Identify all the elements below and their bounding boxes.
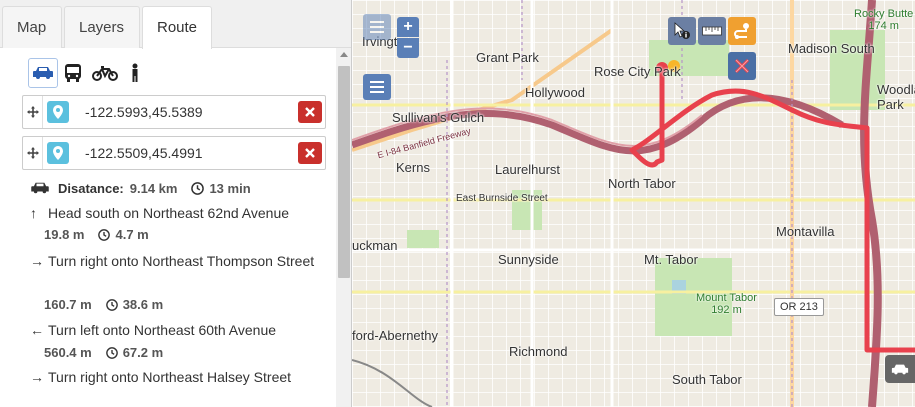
map-base-layer [352, 0, 915, 407]
step-meta: 560.4 m 67.2 m [44, 345, 163, 360]
map-label: Madison South [788, 41, 875, 56]
car-icon [891, 364, 909, 374]
menu-icon[interactable] [363, 14, 391, 40]
map-label: Sunnyside [498, 252, 559, 267]
map-view[interactable]: Irvington Grant Park Rose City Park Madi… [352, 0, 915, 407]
map-label: Laurelhurst [495, 162, 561, 177]
walk-mode-button[interactable] [120, 58, 150, 88]
arrow-right-icon: → [30, 253, 44, 269]
map-label: Mount Tabor 192 m [696, 292, 757, 316]
close-icon [734, 58, 750, 74]
map-label: Mt. Tabor [644, 252, 698, 267]
map-pin-icon[interactable] [47, 101, 69, 123]
arrow-up-icon: ↑ [30, 205, 37, 221]
step-time: 38.6 m [122, 297, 164, 312]
waypoint-end [22, 136, 326, 170]
menu-icon [370, 81, 384, 93]
clock-icon [105, 298, 118, 311]
car-mode-button[interactable] [28, 58, 58, 88]
direction-step[interactable]: → Turn right onto Northeast Thompson Stre… [30, 250, 330, 272]
car-icon [33, 67, 53, 79]
step-meta: 19.8 m 4.7 m [44, 227, 149, 242]
step-text: Turn right onto Northeast Halsey Street [48, 369, 292, 385]
map-label: Rocky Butte 174 m [854, 8, 914, 32]
route-summary: Disatance: 9.14 km 13 min [30, 178, 251, 198]
drag-handle-icon[interactable] [23, 137, 43, 169]
close-icon [305, 148, 315, 158]
clock-icon [105, 346, 118, 359]
bus-mode-button[interactable] [58, 58, 88, 88]
pointer-info-icon [674, 22, 690, 39]
direction-step[interactable]: ↑ Head south on Northeast 62nd Avenue [30, 202, 330, 224]
drag-handle-icon[interactable] [23, 96, 43, 128]
sidebar-scrollbar[interactable] [336, 48, 351, 407]
scroll-up-arrow[interactable] [340, 52, 348, 57]
highway-shield: OR 213 [774, 298, 824, 316]
arrow-right-icon: → [30, 369, 44, 385]
map-label: Rose City Park [594, 64, 681, 79]
bicycle-icon [92, 66, 118, 81]
close-icon [305, 107, 315, 117]
direction-step[interactable]: ← Turn left onto Northeast 60th Avenue [30, 319, 330, 341]
step-distance: 19.8 m [44, 227, 85, 242]
tab-map[interactable]: Map [2, 6, 62, 48]
measure-tool-button[interactable] [698, 17, 726, 45]
step-text: Turn right onto Northeast Thompson Stree… [48, 253, 315, 269]
map-label: Kerns [396, 160, 430, 175]
bus-icon [65, 64, 81, 82]
map-label: Grant Park [476, 50, 539, 65]
route-tool-button[interactable] [728, 17, 756, 45]
map-label: ford-Abernethy [352, 328, 438, 343]
direction-step[interactable]: → Turn right onto Northeast Halsey Street [30, 366, 330, 388]
clear-route-button[interactable] [728, 52, 756, 80]
map-label: South Tabor [672, 372, 742, 387]
step-time: 4.7 m [115, 227, 149, 242]
start-coordinate-input[interactable] [75, 96, 287, 128]
map-label: WoodlaPark [877, 82, 915, 112]
tab-layers[interactable]: Layers [64, 6, 140, 48]
remove-waypoint-button[interactable] [298, 101, 322, 123]
info-tool-button[interactable] [668, 17, 696, 45]
car-marker[interactable] [885, 355, 915, 383]
sidebar: Map Layers Route -122.5993,45.5389 -122.… [0, 0, 352, 407]
map-label: Montavilla [776, 224, 835, 239]
end-coordinate-input[interactable] [75, 137, 287, 169]
zoom-in-button[interactable]: + [397, 17, 419, 37]
step-distance: 560.4 m [44, 345, 92, 360]
step-time: 67.2 m [122, 345, 164, 360]
ruler-icon [702, 26, 722, 36]
walk-icon [132, 63, 138, 82]
map-label: Richmond [509, 344, 568, 359]
total-time: 13 min [209, 180, 251, 196]
step-text: Head south on Northeast 62nd Avenue [48, 205, 290, 221]
distance-label: Disatance: [58, 180, 124, 196]
arrow-left-icon: ← [30, 322, 44, 338]
scroll-thumb[interactable] [338, 66, 350, 278]
remove-waypoint-button[interactable] [298, 142, 322, 164]
zoom-out-button[interactable]: − [397, 38, 419, 58]
clock-icon [98, 228, 111, 241]
total-distance: 9.14 km [129, 180, 178, 196]
map-label: uckman [352, 238, 398, 253]
car-icon [31, 182, 49, 194]
map-label: Sullivan's Gulch [392, 110, 485, 125]
map-label: North Tabor [608, 176, 676, 191]
waypoint-start [22, 95, 326, 129]
step-distance: 160.7 m [44, 297, 92, 312]
map-label: East Burnside Street [456, 193, 548, 204]
map-pin-icon[interactable] [47, 142, 69, 164]
bicycle-mode-button[interactable] [90, 58, 120, 88]
tab-route[interactable]: Route [142, 6, 212, 49]
menu-button[interactable] [363, 74, 391, 100]
clock-icon [191, 181, 205, 195]
tab-bar: Map Layers Route [0, 0, 351, 49]
app-window: Map Layers Route -122.5993,45.5389 -122.… [0, 0, 915, 407]
step-text: Turn left onto Northeast 60th Avenue [48, 322, 277, 338]
map-label: Hollywood [525, 85, 585, 100]
route-icon [734, 23, 749, 39]
step-meta: 160.7 m 38.6 m [44, 297, 163, 312]
